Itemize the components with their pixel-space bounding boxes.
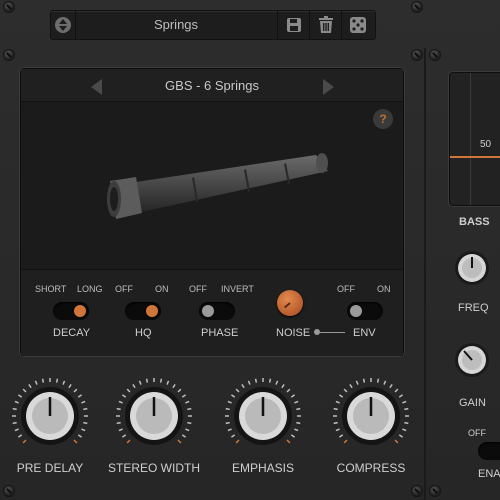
compress-label: COMPRESS [336, 461, 406, 475]
screw-icon [4, 2, 14, 12]
freq-label: FREQ [458, 302, 489, 314]
env-left-label: OFF [337, 284, 355, 294]
screw-icon [4, 50, 14, 60]
randomize-button[interactable] [341, 11, 374, 39]
decay-label: DECAY [53, 327, 91, 339]
emphasis-knob[interactable] [223, 370, 303, 450]
toggle-knob [350, 305, 362, 317]
env-right-label: ON [377, 284, 391, 294]
phase-left-label: OFF [189, 284, 207, 294]
eq-curve [450, 156, 500, 158]
toggle-knob [74, 305, 86, 317]
save-icon [287, 18, 301, 32]
switch-row: SHORT LONG DECAY OFF ON HQ OFF INVERT PH… [21, 269, 403, 356]
stereo-width-label: STEREO WIDTH [108, 461, 200, 475]
spring-tank-image [107, 153, 328, 219]
screw-icon [412, 486, 422, 496]
spring-name: GBS - 6 Springs [165, 78, 259, 93]
preset-name[interactable]: Springs [75, 11, 277, 39]
decay-right-label: LONG [77, 284, 103, 294]
link-dot [314, 329, 320, 335]
next-spring-button[interactable] [323, 79, 334, 95]
env-label: ENV [353, 327, 376, 339]
env-toggle[interactable] [347, 302, 383, 320]
freq-knob[interactable] [444, 244, 500, 294]
stereo-width-knob[interactable] [114, 370, 194, 450]
gain-label: GAIN [459, 397, 486, 409]
noise-knob[interactable] [277, 290, 303, 316]
phase-toggle[interactable] [199, 302, 235, 320]
phase-right-label: INVERT [221, 284, 254, 294]
decay-toggle[interactable] [53, 302, 89, 320]
screw-icon [4, 486, 14, 496]
preset-stepper[interactable] [51, 11, 76, 39]
pre-delay-label: PRE DELAY [16, 461, 84, 475]
toggle-knob [202, 305, 214, 317]
bass-section-title: BASS [459, 216, 490, 228]
noise-label: NOISE [276, 327, 311, 339]
hq-toggle[interactable] [125, 302, 161, 320]
divider [424, 48, 426, 500]
delete-button[interactable] [309, 11, 342, 39]
eq-value: 50 [480, 139, 492, 150]
enable-off-label: OFF [468, 428, 486, 438]
spring-panel: GBS - 6 Springs ? SHORT LONG DECAY OFF O… [20, 68, 404, 356]
trash-icon [319, 16, 333, 33]
help-icon[interactable]: ? [373, 109, 393, 129]
hq-right-label: ON [155, 284, 169, 294]
hq-label: HQ [135, 327, 152, 339]
enable-label: ENA [478, 468, 500, 480]
screw-icon [430, 486, 440, 496]
gain-knob[interactable] [444, 336, 500, 386]
eq-display: 50 [449, 72, 500, 206]
dice-icon [350, 17, 366, 33]
screw-icon [412, 50, 422, 60]
compress-knob[interactable] [331, 370, 411, 450]
phase-label: PHASE [201, 327, 239, 339]
screw-icon [412, 2, 422, 12]
spring-selector: GBS - 6 Springs [21, 69, 403, 102]
enable-toggle[interactable] [478, 442, 500, 460]
screw-icon [430, 50, 440, 60]
toggle-knob [146, 305, 158, 317]
hq-left-label: OFF [115, 284, 133, 294]
emphasis-label: EMPHASIS [231, 461, 294, 475]
noise-env-link [317, 332, 345, 333]
decay-left-label: SHORT [35, 284, 67, 294]
pre-delay-knob[interactable] [10, 370, 90, 450]
save-button[interactable] [277, 11, 310, 39]
grid-line [470, 73, 471, 205]
preset-bar: Springs [50, 10, 376, 40]
up-down-arrows-icon[interactable] [55, 17, 71, 33]
